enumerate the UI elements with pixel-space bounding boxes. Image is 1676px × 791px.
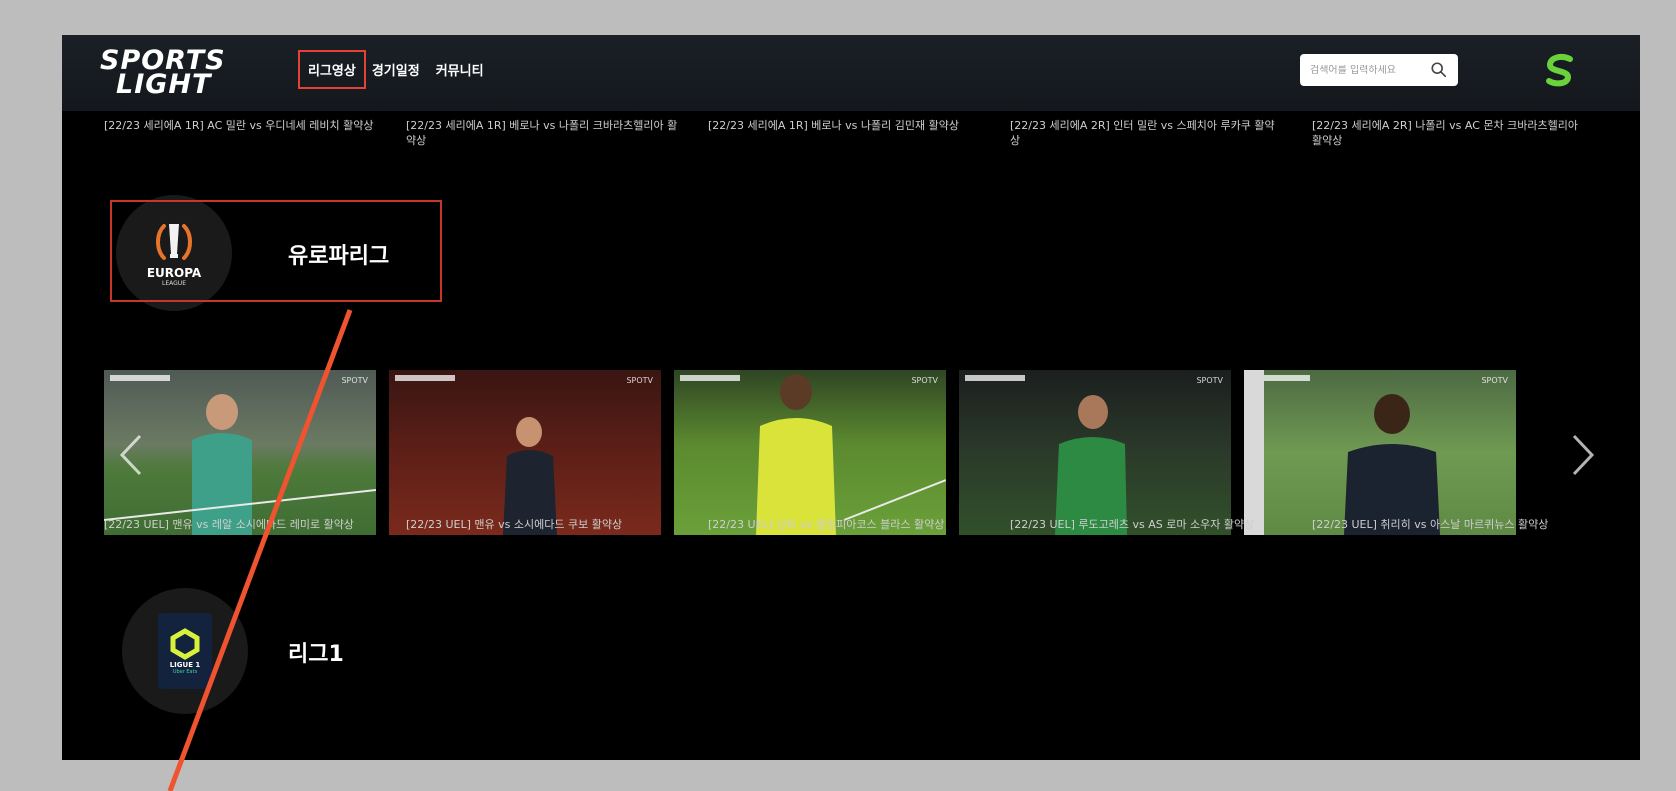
carousel-next-button[interactable]	[1568, 430, 1598, 480]
video-title[interactable]: [22/23 세리에A 2R] 인터 밀란 vs 스페치아 루카쿠 활약상	[1010, 118, 1312, 148]
video-thumbnail[interactable]: SPOTV	[959, 370, 1231, 535]
video-title[interactable]: [22/23 세리에A 1R] AC 밀란 vs 우디네세 레비치 활약상	[104, 118, 406, 148]
video-thumbnail[interactable]: SPOTV	[674, 370, 946, 535]
europa-league-name: 유로파리그	[288, 244, 390, 269]
ligue1-emblem-icon	[170, 628, 200, 660]
ligue1-logo: LIGUE 1 Uber Eats	[122, 588, 248, 714]
video-thumbnail[interactable]: SPOTV	[389, 370, 661, 535]
carousel-prev-button[interactable]	[116, 430, 146, 480]
nav-community[interactable]: 커뮤니티	[428, 52, 492, 87]
video-thumbnail[interactable]: SPOTV	[1244, 370, 1516, 535]
logo-line-2: LIGHT	[116, 69, 212, 100]
video-title[interactable]: [22/23 UEL] 낭트 vs 올림피아코스 블라스 활약상	[708, 517, 1010, 532]
ligue1-logo-text: LIGUE 1	[169, 661, 201, 669]
app-window: SPORTS LIGHT 리그영상 경기일정 커뮤니티 [22/23 세리에A …	[62, 35, 1640, 760]
sports-light-logo[interactable]: SPORTS LIGHT	[100, 47, 270, 101]
video-title[interactable]: [22/23 UEL] 맨유 vs 소시에다드 쿠보 활약상	[406, 517, 708, 532]
video-title[interactable]: [22/23 UEL] 취리히 vs 아스날 마르퀴뉴스 활약상	[1312, 517, 1614, 532]
nav-league-videos[interactable]: 리그영상	[298, 50, 366, 89]
ligue1-name: 리그1	[288, 642, 344, 667]
highlight-box	[110, 200, 442, 302]
main-nav: 리그영상 경기일정 커뮤니티	[298, 50, 492, 89]
player-figure	[503, 417, 557, 535]
nav-schedule[interactable]: 경기일정	[364, 52, 428, 87]
search-icon[interactable]	[1430, 61, 1448, 79]
search-box	[1300, 54, 1458, 86]
player-figure	[756, 374, 946, 535]
europa-video-carousel: SPOTV SPOTV SPOTV SPOTV SPOTV	[104, 370, 1516, 535]
europa-title-row: [22/23 UEL] 맨유 vs 레알 소시에다드 레미로 활약상 [22/2…	[104, 517, 1614, 532]
video-title[interactable]: [22/23 UEL] 루도고레츠 vs AS 로마 소우자 활약상	[1010, 517, 1312, 532]
serie-a-title-row: [22/23 세리에A 1R] AC 밀란 vs 우디네세 레비치 활약상 [2…	[104, 118, 1614, 148]
video-title[interactable]: [22/23 UEL] 맨유 vs 레알 소시에다드 레미로 활약상	[104, 517, 406, 532]
player-figure	[1244, 370, 1440, 535]
ligue1-badge: LIGUE 1 Uber Eats	[158, 613, 212, 689]
player-figure	[1055, 395, 1127, 535]
ligue1-header[interactable]: LIGUE 1 Uber Eats 리그1	[116, 588, 536, 714]
video-title[interactable]: [22/23 세리에A 1R] 베로나 vs 나폴리 크바라츠헬리아 활약상	[406, 118, 708, 148]
video-title[interactable]: [22/23 세리에A 1R] 베로나 vs 나폴리 김민재 활약상	[708, 118, 1010, 148]
europa-league-header[interactable]: EUROPA LEAGUE 유로파리그	[110, 195, 536, 311]
video-title[interactable]: [22/23 세리에A 2R] 나폴리 vs AC 몬차 크바라츠헬리아 활약상	[1312, 118, 1614, 148]
top-header: SPORTS LIGHT 리그영상 경기일정 커뮤니티	[62, 35, 1640, 111]
ligue1-logo-sub: Uber Eats	[172, 669, 198, 675]
search-input[interactable]	[1310, 64, 1420, 76]
brand-s-icon[interactable]	[1540, 51, 1580, 91]
